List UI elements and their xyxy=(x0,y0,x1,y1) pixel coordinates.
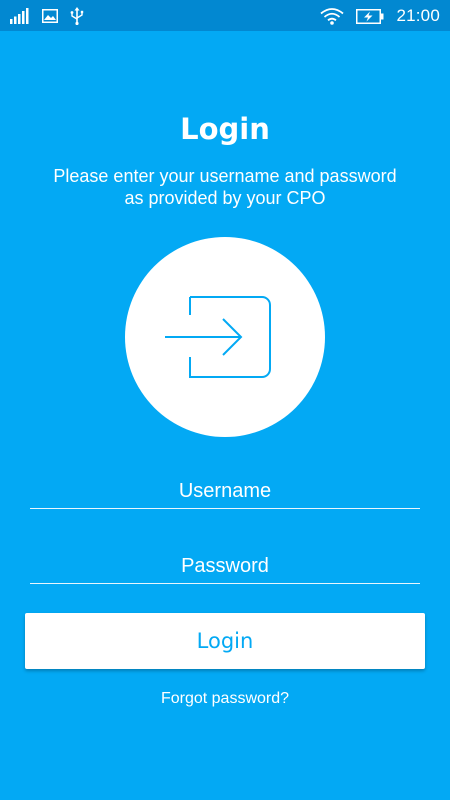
instructions-line-2: as provided by your CPO xyxy=(124,188,326,208)
status-bar: 21:00 xyxy=(0,0,450,31)
status-time: 21:00 xyxy=(396,6,440,25)
password-input[interactable] xyxy=(30,549,420,583)
signal-bars-icon xyxy=(10,8,30,24)
forgot-password-link[interactable]: Forgot password? xyxy=(0,690,450,708)
password-field[interactable] xyxy=(30,549,420,584)
page-title: Login xyxy=(180,112,270,146)
image-notification-icon xyxy=(42,9,58,23)
username-field[interactable] xyxy=(30,474,420,509)
login-instructions: Please enter your username and password … xyxy=(25,165,425,209)
login-illustration xyxy=(125,237,325,437)
instructions-line-1: Please enter your username and password xyxy=(53,166,397,186)
username-input[interactable] xyxy=(30,474,420,508)
login-button[interactable]: Login xyxy=(25,613,425,669)
battery-charging-icon xyxy=(356,8,384,24)
status-left-icons xyxy=(10,6,84,26)
wifi-icon xyxy=(320,7,345,25)
status-right-icons: 21:00 xyxy=(320,5,440,27)
usb-icon xyxy=(70,7,84,25)
